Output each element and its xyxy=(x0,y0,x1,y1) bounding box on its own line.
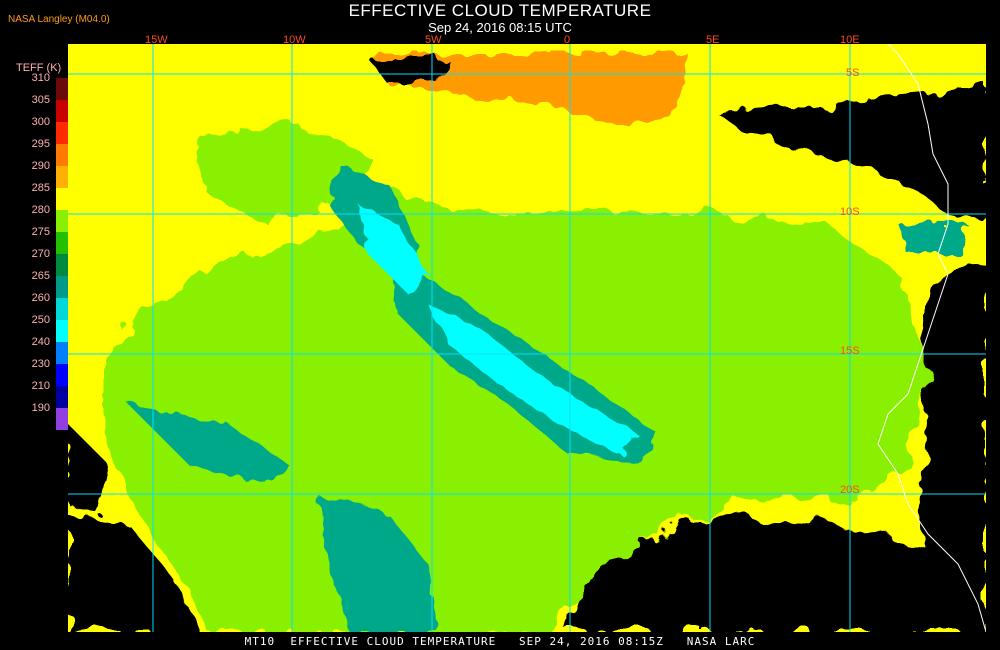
lon-label-5e: 5E xyxy=(706,34,720,46)
legend-label: 305 xyxy=(31,94,50,106)
map-subtitle: Sep 24, 2016 08:15 UTC xyxy=(428,20,572,35)
legend-label: 210 xyxy=(31,380,50,392)
lon-label-5w: 5W xyxy=(425,34,442,46)
legend-label: 280 xyxy=(31,204,50,216)
teal-cloud-east xyxy=(898,224,968,254)
lat-label-5s: 5S xyxy=(846,67,860,79)
legend-label: 260 xyxy=(31,292,50,304)
cloud-temperature-map[interactable] xyxy=(68,44,986,632)
legend-label: 250 xyxy=(31,314,50,326)
legend-label: 275 xyxy=(31,226,50,238)
lat-label-15s: 15S xyxy=(840,345,860,357)
legend-label: 265 xyxy=(31,270,50,282)
footer-caption: MT10 EFFECTIVE CLOUD TEMPERATURE SEP 24,… xyxy=(244,635,756,648)
legend-label: 285 xyxy=(31,182,50,194)
legend-label: 295 xyxy=(31,138,50,150)
legend-label: 190 xyxy=(31,402,50,414)
lon-label-15w: 15W xyxy=(145,34,168,46)
map-image xyxy=(68,44,986,632)
legend-label: 270 xyxy=(31,248,50,260)
lon-label-10w: 10W xyxy=(283,34,306,46)
legend-label: 230 xyxy=(31,358,50,370)
legend-label: 300 xyxy=(31,116,50,128)
legend-label: 240 xyxy=(31,336,50,348)
legend-label: 310 xyxy=(31,72,50,84)
map-title: EFFECTIVE CLOUD TEMPERATURE xyxy=(348,1,652,20)
lon-label-0: 0 xyxy=(564,34,571,46)
lat-label-10s: 10S xyxy=(840,206,860,218)
lon-label-10e: 10E xyxy=(840,34,860,46)
legend-label: 290 xyxy=(31,160,50,172)
lat-label-20s: 20S xyxy=(840,484,860,496)
